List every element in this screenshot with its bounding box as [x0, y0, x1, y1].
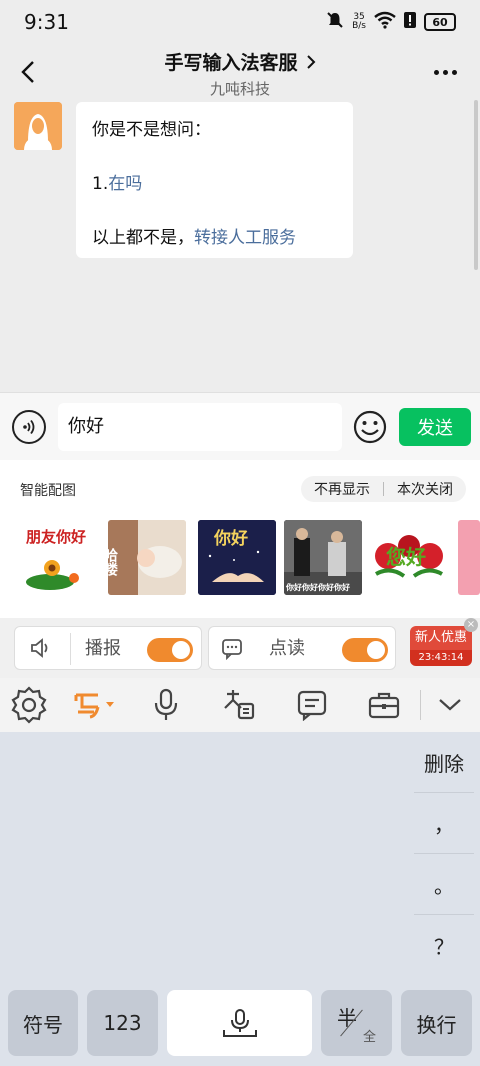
promo-title: 新人优惠 — [410, 626, 472, 650]
sticker-item-partial[interactable] — [458, 520, 480, 595]
voice-input-button[interactable] — [12, 410, 46, 444]
promo-close-icon[interactable]: × — [464, 618, 478, 632]
chat-messages: 你是不是想问： 1.在吗 以上都不是，转接人工服务 — [0, 100, 480, 392]
chat-title: 手写输入法客服 — [164, 52, 298, 74]
broadcast-card: 播报 — [14, 626, 202, 670]
message-prompt: 你是不是想问： — [92, 120, 211, 140]
wifi-icon — [374, 11, 396, 33]
period-key[interactable]: 。 — [414, 854, 474, 915]
chevron-down-icon — [439, 699, 461, 711]
speaker-icon — [29, 637, 53, 663]
more-options-button[interactable] — [430, 58, 460, 86]
new-user-promo[interactable]: 新人优惠 23:43:14 × — [410, 618, 478, 674]
sticker-caption: 哈喽 — [108, 547, 118, 577]
message-box-icon — [297, 690, 327, 721]
net-speed-unit: B/s — [352, 21, 366, 31]
toolbox-button[interactable] — [362, 684, 406, 726]
network-speed: 35 B/s — [352, 13, 366, 31]
avatar-person-icon — [14, 102, 62, 150]
transfer-human-link[interactable]: 转接人工服务 — [194, 228, 296, 248]
input-bar: 你好 发送 — [0, 392, 480, 460]
status-icons: 35 B/s 60 — [326, 11, 456, 33]
battery-indicator: 60 — [424, 13, 456, 31]
chat-subtitle: 九吨科技 — [209, 80, 270, 98]
chat-header: 手写输入法客服 九吨科技 — [0, 44, 480, 100]
symbol-key[interactable]: 符号 — [8, 990, 78, 1056]
gear-icon — [11, 686, 47, 724]
settings-button[interactable] — [7, 684, 51, 726]
hide-forever-button[interactable]: 不再显示 — [301, 479, 383, 499]
sticker-item[interactable]: 你好 — [198, 520, 276, 595]
alert-icon — [404, 11, 416, 33]
read-card: 点读 — [208, 626, 396, 670]
tts-bar: 播报 点读 新人优惠 23:43:14 × — [0, 618, 480, 678]
microphone-space-icon — [222, 1009, 257, 1037]
microphone-icon — [154, 688, 178, 720]
enter-key[interactable]: 换行 — [401, 990, 472, 1056]
question-key[interactable]: ？ — [414, 915, 474, 976]
suggestion-link[interactable]: 在吗 — [108, 174, 142, 194]
voice-wave-icon — [23, 419, 35, 435]
send-button[interactable]: 发送 — [399, 408, 471, 446]
sticker-item[interactable]: 你好你好你好你好 — [284, 520, 362, 595]
promo-countdown: 23:43:14 — [410, 650, 472, 666]
sticker-caption: 朋友你好 — [26, 528, 86, 546]
smiley-icon — [353, 410, 387, 444]
close-once-button[interactable]: 本次关闭 — [384, 479, 466, 499]
message-bubble: 你是不是想问： 1.在吗 以上都不是，转接人工服务 — [76, 102, 353, 258]
space-key[interactable] — [167, 990, 312, 1056]
comma-key[interactable]: ， — [414, 793, 474, 854]
toolbar-divider — [420, 690, 421, 720]
sticker-item[interactable]: 哈喽 — [108, 520, 186, 595]
delete-key[interactable]: 删除 — [414, 732, 474, 793]
broadcast-toggle[interactable] — [147, 638, 193, 662]
sticker-item[interactable]: 您好 — [370, 520, 448, 595]
number-key[interactable]: 123 — [87, 990, 158, 1056]
sticker-caption: 您好 — [386, 545, 426, 569]
bell-muted-icon — [326, 11, 344, 33]
comment-icon — [221, 638, 243, 664]
handwriting-keyboard[interactable]: 删除 ， 。 ？ 符号 123 半 全 换行 — [0, 732, 480, 1066]
option-number: 1. — [92, 174, 109, 194]
broadcast-label: 播报 — [85, 638, 121, 659]
sticker-item[interactable]: 朋友你好 — [22, 520, 100, 595]
sticker-caption: 你好你好你好你好 — [285, 582, 350, 592]
microphone-button[interactable] — [144, 684, 188, 726]
handwriting-mode-button[interactable] — [70, 684, 122, 726]
chat-scrollbar[interactable] — [474, 100, 478, 270]
friend-chat-icon — [224, 690, 255, 720]
chevron-right-icon — [306, 54, 315, 69]
avatar[interactable] — [14, 102, 62, 150]
keyboard-toolbar — [0, 678, 480, 732]
title-block[interactable]: 手写输入法客服 九吨科技 — [0, 44, 480, 99]
briefcase-icon — [368, 692, 400, 719]
side-keys: 删除 ， 。 ？ — [414, 732, 474, 976]
footer-text: 以上都不是， — [92, 228, 194, 248]
collapse-keyboard-button[interactable] — [428, 684, 472, 726]
suggestion-option: 1.在吗 — [92, 170, 337, 198]
smart-sticker-panel: 智能配图 不再显示 本次关闭 朋友你好 哈喽 你好 你好你好你好你好 您好 — [0, 460, 480, 618]
phrases-button[interactable] — [290, 684, 334, 726]
message-input[interactable]: 你好 — [58, 403, 342, 451]
emoji-button[interactable] — [352, 409, 388, 445]
sticker-panel-title: 智能配图 — [20, 483, 76, 499]
status-bar: 9:31 35 B/s 60 — [0, 0, 480, 44]
sticker-actions: 不再显示 本次关闭 — [301, 476, 466, 502]
message-footer: 以上都不是，转接人工服务 — [92, 224, 337, 252]
half-full-width-key[interactable]: 半 全 — [321, 990, 392, 1056]
sticker-caption: 你好 — [213, 528, 248, 549]
friend-chat-button[interactable] — [217, 684, 261, 726]
read-toggle[interactable] — [342, 638, 388, 662]
write-icon — [74, 693, 114, 719]
status-time: 9:31 — [24, 10, 69, 34]
read-label: 点读 — [269, 638, 305, 659]
page-title[interactable]: 手写输入法客服 — [164, 48, 315, 75]
full-label: 全 — [363, 1030, 377, 1045]
